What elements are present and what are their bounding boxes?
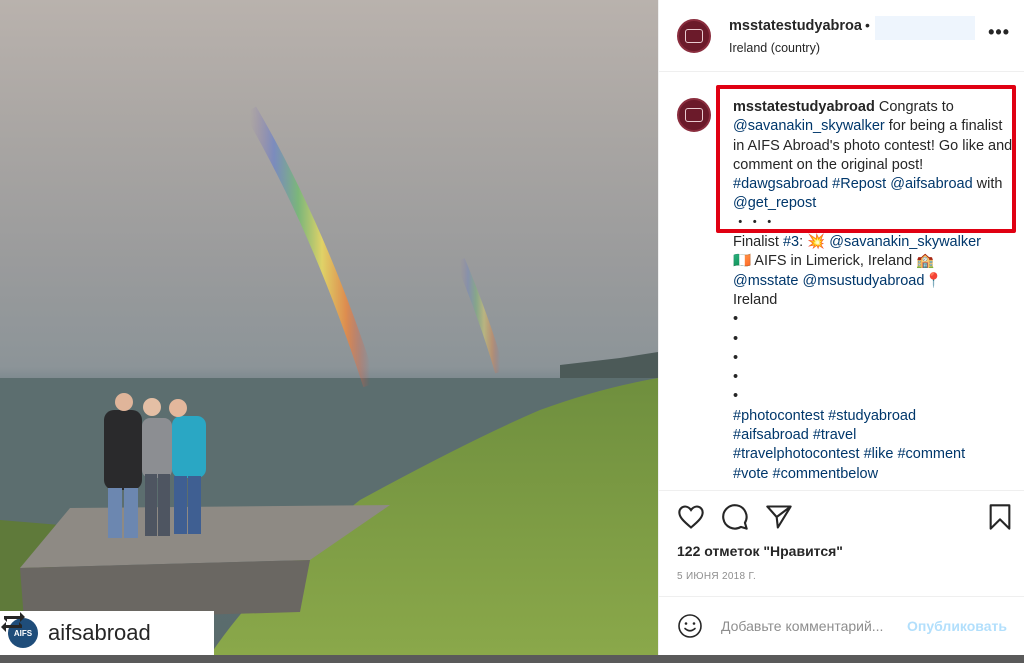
- bullet: •: [733, 388, 739, 405]
- hashtag-link[interactable]: #travel: [813, 427, 857, 443]
- hashtag-link[interactable]: #travelphotocontest: [733, 446, 860, 462]
- location-link[interactable]: Ireland (country): [729, 41, 870, 55]
- more-options-icon[interactable]: •••: [988, 22, 1010, 43]
- share-icon[interactable]: [765, 503, 793, 531]
- hashtag-link[interactable]: #comment: [897, 446, 965, 462]
- hashtag-link[interactable]: #aifsabroad: [733, 427, 809, 443]
- mention-link[interactable]: @msstate: [733, 273, 798, 289]
- post-actions: 122 отметок "Нравится" 5 ИЮНЯ 2018 Г.: [659, 490, 1024, 596]
- mention-link[interactable]: @msustudyabroad: [803, 273, 925, 289]
- hashtag-link[interactable]: #3: [783, 234, 799, 250]
- comment-icon[interactable]: [721, 503, 749, 531]
- caption-avatar[interactable]: [677, 98, 711, 132]
- follow-button[interactable]: [875, 16, 975, 40]
- likes-count[interactable]: 122 отметок "Нравится": [677, 543, 843, 559]
- post-header: msstatestudyabroa • Ireland (country) •••: [659, 0, 1024, 72]
- repost-icon: [1, 612, 25, 632]
- caption-text-part: Finalist: [733, 234, 783, 251]
- highlight-annotation-box: [716, 85, 1016, 233]
- caption-text-part: : 💥: [799, 234, 830, 251]
- mention-link[interactable]: @savanakin_skywalker: [829, 234, 981, 250]
- hashtag-link[interactable]: #commentbelow: [773, 466, 879, 482]
- photo-scene: [0, 106, 658, 655]
- bullet: •: [733, 311, 739, 328]
- hashtag-link[interactable]: #studyabroad: [828, 408, 916, 424]
- save-button[interactable]: [987, 503, 1013, 531]
- header-username[interactable]: msstatestudyabroa: [729, 18, 862, 34]
- bullet: •: [733, 349, 739, 366]
- header-dot: •: [864, 16, 870, 33]
- hashtag-link[interactable]: #like: [864, 446, 894, 462]
- bottom-strip: [0, 655, 1024, 663]
- hashtag-link[interactable]: #vote: [733, 466, 768, 482]
- pin-icon: 📍: [924, 272, 943, 289]
- avatar[interactable]: [677, 18, 711, 53]
- post-date[interactable]: 5 ИЮНЯ 2018 Г.: [677, 571, 756, 582]
- caption-text-part: Ireland: [733, 291, 778, 308]
- post-details-panel: msstatestudyabroa • Ireland (country) •••…: [658, 0, 1024, 663]
- bullet: •: [733, 369, 739, 386]
- emoji-icon[interactable]: [677, 613, 703, 639]
- bookmark-icon[interactable]: [987, 503, 1013, 531]
- post-photo[interactable]: AIFS aifsabroad: [0, 0, 658, 655]
- publish-button[interactable]: Опубликовать: [907, 618, 1007, 634]
- comment-bar: Опубликовать: [659, 596, 1024, 655]
- caption-text-part: 🇮🇪 AIFS in Limerick, Ireland 🏫: [733, 253, 935, 270]
- comments-area: msstatestudyabroad Congrats to @savanaki…: [659, 72, 1024, 488]
- repost-handle: aifsabroad: [48, 620, 151, 645]
- heart-icon[interactable]: [677, 503, 705, 531]
- repost-badge: AIFS aifsabroad: [0, 611, 214, 655]
- hashtag-link[interactable]: #photocontest: [733, 408, 824, 424]
- comment-input[interactable]: [721, 618, 905, 634]
- bullet: •: [733, 330, 739, 347]
